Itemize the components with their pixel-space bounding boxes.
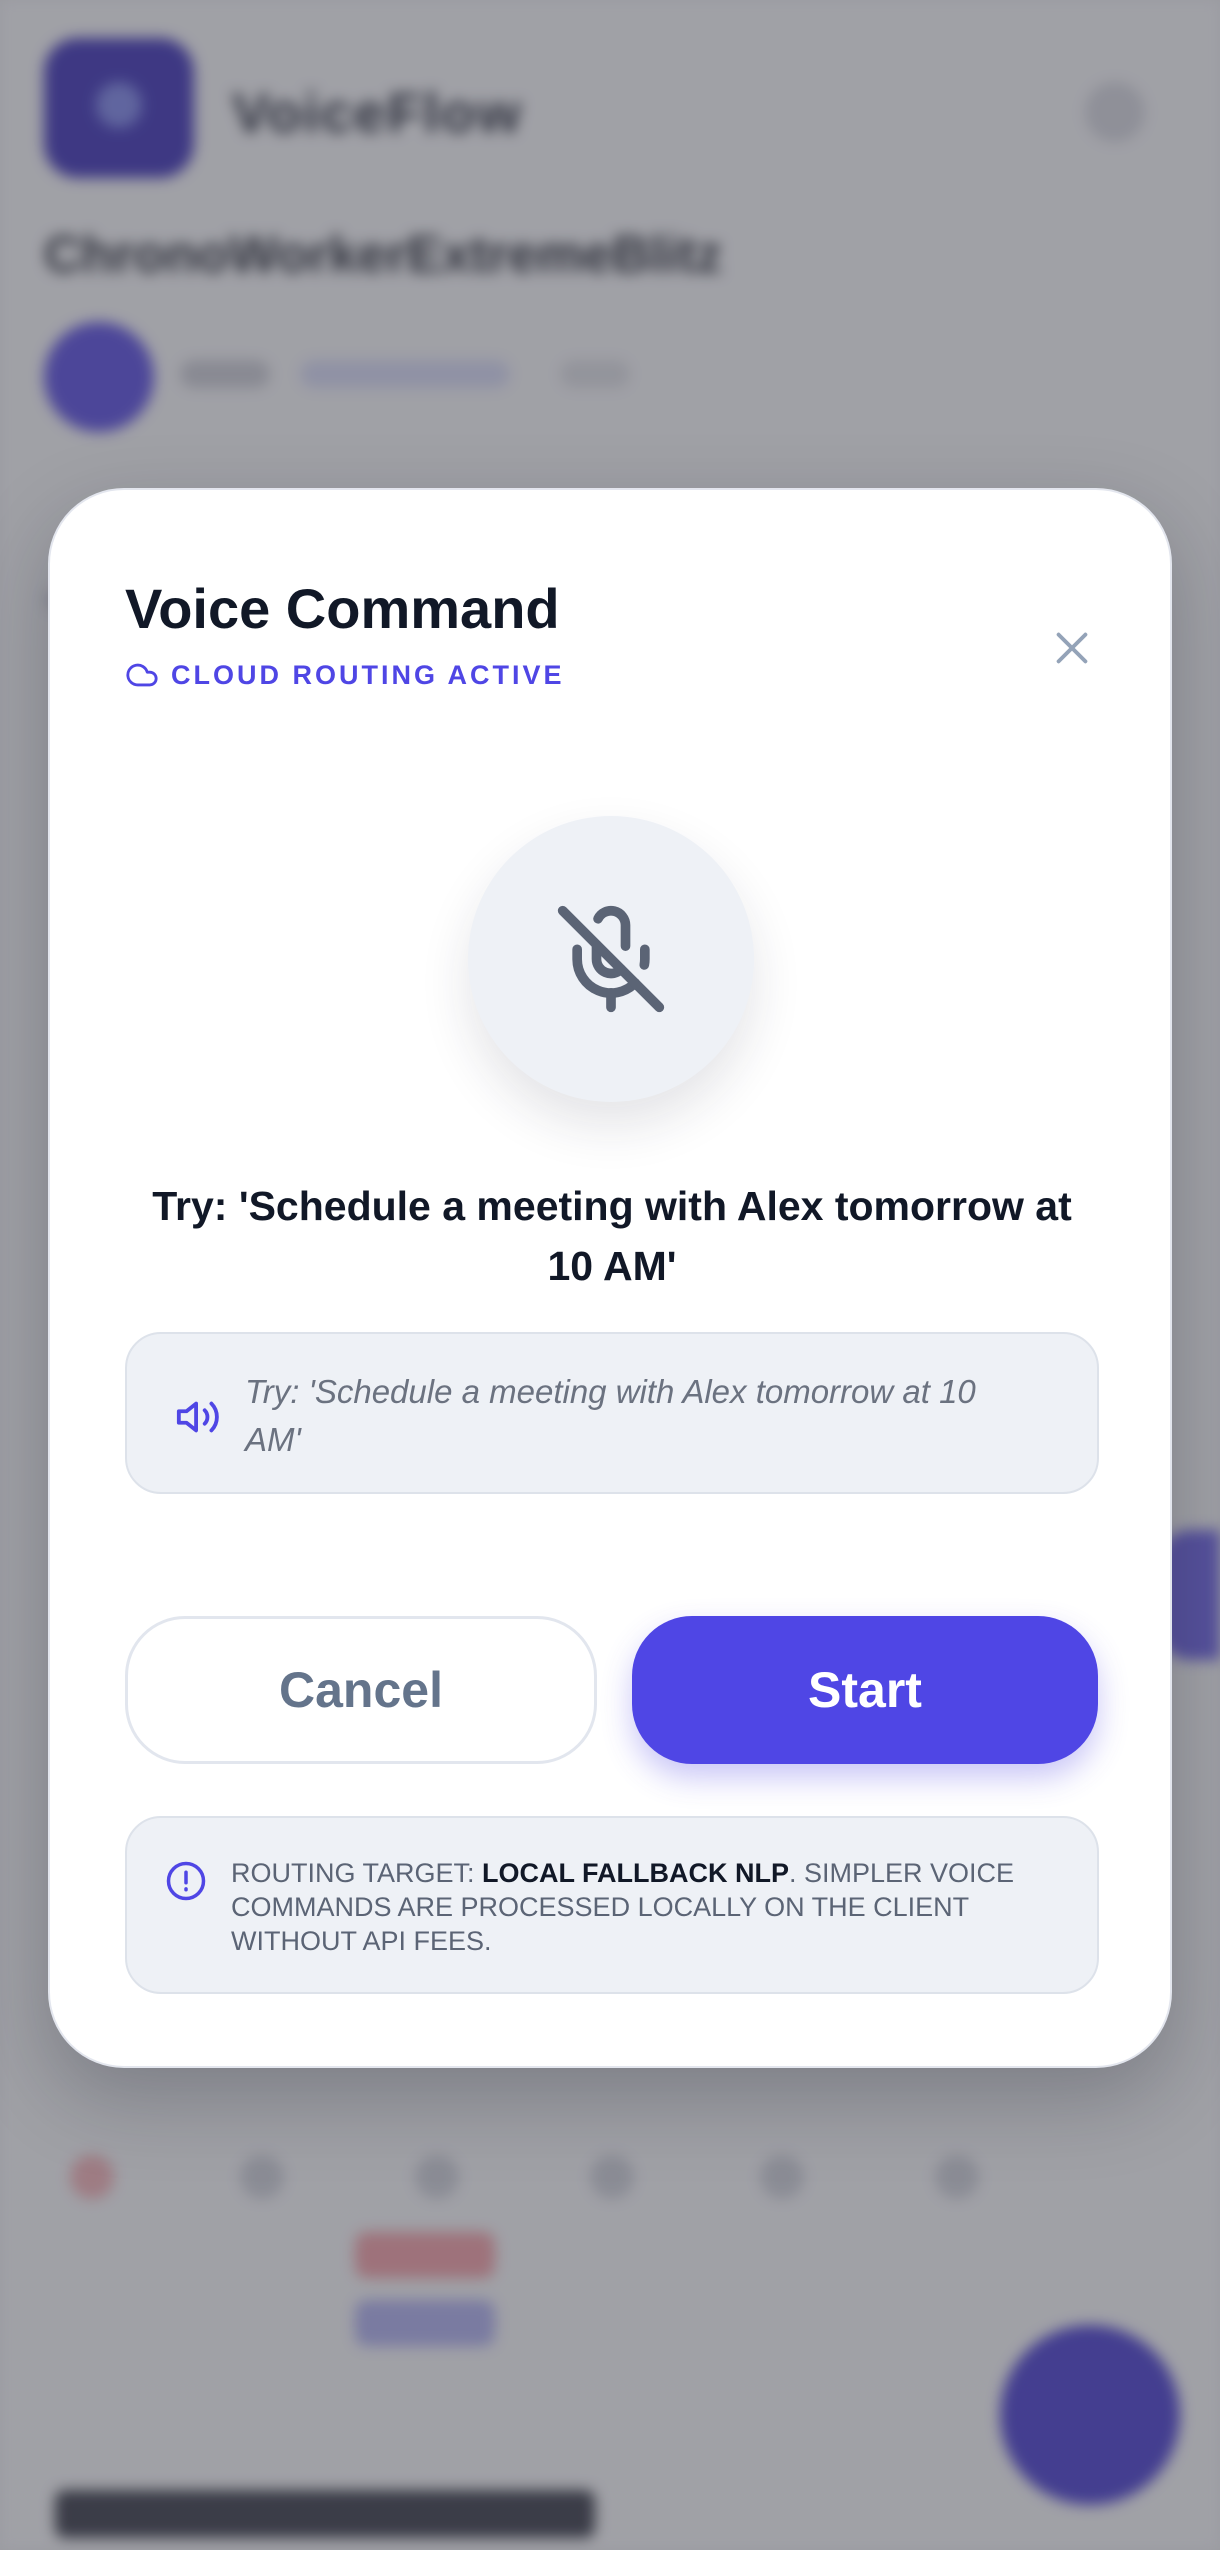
routing-info-text: ROUTING TARGET: LOCAL FALLBACK NLP. SIMP… [231,1856,1047,1958]
dialog-title: Voice Command [125,577,560,640]
mic-off-icon [557,905,665,1013]
cloud-icon [126,663,158,687]
routing-info-note: ROUTING TARGET: LOCAL FALLBACK NLP. SIMP… [125,1816,1099,1994]
transcript-placeholder: Try: 'Schedule a meeting with Alex tomor… [245,1373,976,1458]
close-button[interactable] [1016,592,1128,704]
command-prompt: Try: 'Schedule a meeting with Alex tomor… [152,1183,1072,1289]
info-alert-icon [166,1861,206,1901]
voice-command-dialog: Voice Command CLOUD ROUTING ACTIVE Try: … [48,488,1172,2068]
routing-target: LOCAL FALLBACK NLP [482,1858,789,1888]
routing-status-label: CLOUD ROUTING ACTIVE [171,659,565,690]
routing-status: CLOUD ROUTING ACTIVE [125,658,565,692]
routing-info-prefix: ROUTING TARGET: [231,1858,483,1888]
start-button[interactable]: Start [632,1616,1098,1764]
microphone-button[interactable] [468,816,754,1102]
speaker-icon [176,1401,219,1433]
cancel-button[interactable]: Cancel [125,1616,597,1764]
transcript-field: Try: 'Schedule a meeting with Alex tomor… [125,1332,1099,1494]
close-icon [1056,632,1088,664]
